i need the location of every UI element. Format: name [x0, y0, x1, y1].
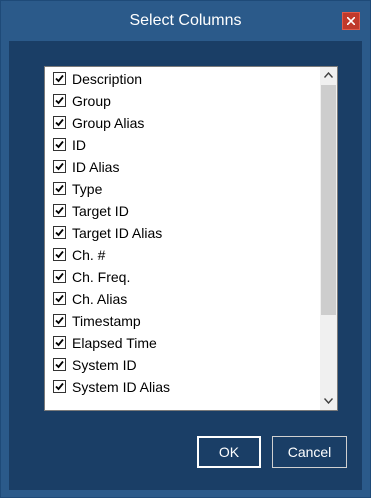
column-list[interactable]: Description Group Group Alias ID ID Alias Typ… [44, 66, 338, 411]
column-label: Timestamp [72, 313, 141, 329]
vertical-scrollbar[interactable] [320, 67, 337, 410]
checkmark-icon [55, 140, 64, 149]
column-label: Elapsed Time [72, 335, 157, 351]
checkmark-icon [55, 294, 64, 303]
checkbox[interactable] [53, 226, 66, 239]
checkmark-icon [55, 96, 64, 105]
select-columns-dialog: Select Columns Description Group Group Ali… [0, 0, 371, 498]
column-label: Target ID [72, 203, 129, 219]
column-label: System ID [72, 357, 137, 373]
checkbox[interactable] [53, 204, 66, 217]
column-checkbox-item[interactable]: Target ID [53, 201, 318, 223]
chevron-down-icon [324, 398, 333, 404]
column-checkbox-item[interactable]: Group Alias [53, 113, 318, 135]
scroll-thumb[interactable] [321, 85, 336, 315]
column-label: Ch. # [72, 247, 106, 263]
title-bar[interactable]: Select Columns [1, 1, 370, 41]
checkbox[interactable] [53, 270, 66, 283]
scroll-up-button[interactable] [320, 67, 337, 84]
column-checkbox-item[interactable]: System ID [53, 355, 318, 377]
chevron-up-icon [324, 72, 333, 78]
checkbox[interactable] [53, 72, 66, 85]
checkmark-icon [55, 250, 64, 259]
checkbox[interactable] [53, 94, 66, 107]
checkmark-icon [55, 360, 64, 369]
column-checkbox-item[interactable]: Description [53, 69, 318, 91]
column-checkbox-item[interactable]: System ID Alias [53, 377, 318, 399]
checkmark-icon [55, 228, 64, 237]
column-label: Ch. Alias [72, 291, 128, 307]
checkbox[interactable] [53, 182, 66, 195]
checkbox[interactable] [53, 380, 66, 393]
scroll-down-button[interactable] [320, 393, 337, 410]
checkmark-icon [55, 74, 64, 83]
checkbox[interactable] [53, 248, 66, 261]
checkbox[interactable] [53, 358, 66, 371]
column-checkbox-item[interactable]: Timestamp [53, 311, 318, 333]
checkbox[interactable] [53, 160, 66, 173]
column-checkbox-item[interactable]: Elapsed Time [53, 333, 318, 355]
column-label: Target ID Alias [72, 225, 163, 241]
column-checkbox-item[interactable]: Target ID Alias [53, 223, 318, 245]
column-label: System ID Alias [72, 379, 171, 395]
checkmark-icon [55, 184, 64, 193]
column-checkbox-item[interactable]: ID [53, 135, 318, 157]
close-icon [347, 17, 355, 25]
checkmark-icon [55, 316, 64, 325]
column-checkbox-item[interactable]: Ch. Freq. [53, 267, 318, 289]
checkmark-icon [55, 162, 64, 171]
column-label: Group [72, 93, 111, 109]
dialog-body: Description Group Group Alias ID ID Alias Typ… [9, 41, 362, 490]
column-checkbox-item[interactable]: Ch. # [53, 245, 318, 267]
close-button[interactable] [342, 12, 360, 30]
column-checkbox-item[interactable]: Group [53, 91, 318, 113]
checkmark-icon [55, 118, 64, 127]
column-label: ID Alias [72, 159, 120, 175]
cancel-button[interactable]: Cancel [272, 436, 347, 468]
checkmark-icon [55, 382, 64, 391]
column-label: Type [72, 181, 103, 197]
checkbox[interactable] [53, 138, 66, 151]
checkmark-icon [55, 338, 64, 347]
column-checkbox-item[interactable]: Ch. Alias [53, 289, 318, 311]
checkmark-icon [55, 206, 64, 215]
column-label: Group Alias [72, 115, 145, 131]
ok-button[interactable]: OK [197, 436, 261, 468]
checkbox[interactable] [53, 116, 66, 129]
checkbox[interactable] [53, 292, 66, 305]
column-checkbox-item[interactable]: ID Alias [53, 157, 318, 179]
column-label: ID [72, 137, 86, 153]
checkmark-icon [55, 272, 64, 281]
window-title: Select Columns [129, 12, 242, 29]
column-checkbox-item[interactable]: Type [53, 179, 318, 201]
checkbox[interactable] [53, 314, 66, 327]
column-label: Ch. Freq. [72, 269, 131, 285]
checkbox[interactable] [53, 336, 66, 349]
column-label: Description [72, 71, 143, 87]
